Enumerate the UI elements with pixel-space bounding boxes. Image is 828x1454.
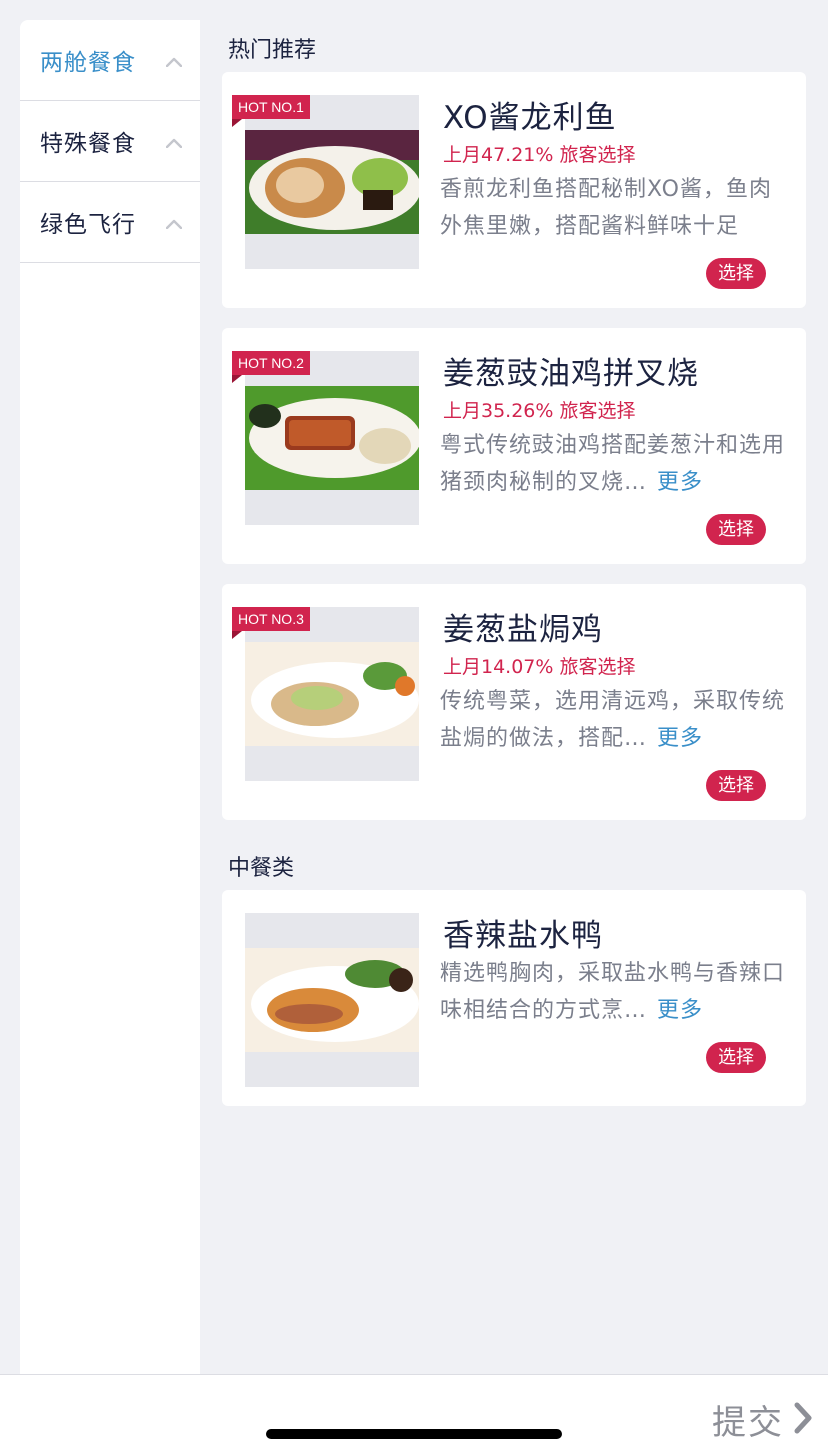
- selection-percentage: 上月47.21% 旅客选择: [443, 144, 636, 166]
- sidebar-item-green-flight[interactable]: 绿色飞行: [20, 182, 200, 263]
- sidebar-item-label: 两舱餐食: [40, 50, 136, 76]
- section-title-chinese: 中餐类: [228, 856, 295, 881]
- dish-name: 姜葱豉油鸡拼叉烧: [443, 356, 699, 392]
- sidebar-item-special-meals[interactable]: 特殊餐食: [20, 101, 200, 182]
- select-button[interactable]: 选择: [706, 1042, 766, 1073]
- category-sidebar: 两舱餐食 特殊餐食 绿色飞行: [20, 20, 200, 1374]
- select-button[interactable]: 选择: [706, 770, 766, 801]
- chevron-up-icon: [166, 57, 182, 71]
- selection-percentage: 上月14.07% 旅客选择: [443, 656, 636, 678]
- more-link[interactable]: 更多: [657, 998, 703, 1023]
- hot-rank-badge: HOT NO.2: [232, 351, 310, 383]
- dish-card: HOT NO.2 姜葱豉油鸡拼叉烧 上月35.26% 旅客选择 粤式传统豉油鸡搭…: [222, 328, 806, 564]
- dish-card: 香辣盐水鸭 精选鸭胸肉，采取盐水鸭与香辣口味相结合的方式烹… 更多 选择: [222, 890, 806, 1106]
- more-link[interactable]: 更多: [657, 726, 703, 751]
- chevron-right-icon: [792, 1401, 814, 1439]
- hot-rank-badge: HOT NO.1: [232, 95, 310, 127]
- dish-image: [245, 351, 419, 525]
- selection-percentage: 上月35.26% 旅客选择: [443, 400, 636, 422]
- chevron-up-icon: [166, 138, 182, 152]
- dish-image: [245, 95, 419, 269]
- dish-name: XO酱龙利鱼: [443, 100, 617, 136]
- home-indicator: [266, 1429, 562, 1439]
- dish-card: HOT NO.1 XO酱龙利鱼 上月47.21% 旅客选择 香煎龙利鱼搭配秘制X…: [222, 72, 806, 308]
- dish-name: 香辣盐水鸭: [443, 918, 603, 954]
- select-button[interactable]: 选择: [706, 258, 766, 289]
- bottom-bar: 提交: [0, 1374, 828, 1454]
- submit-button[interactable]: 提交: [712, 1395, 814, 1444]
- dish-description: 精选鸭胸肉，采取盐水鸭与香辣口味相结合的方式烹… 更多: [440, 961, 786, 1023]
- chevron-up-icon: [166, 219, 182, 233]
- dish-image: [245, 607, 419, 781]
- dish-name: 姜葱盐焗鸡: [443, 612, 603, 648]
- select-button[interactable]: 选择: [706, 514, 766, 545]
- dish-card: HOT NO.3 姜葱盐焗鸡 上月14.07% 旅客选择 传统粤菜，选用清远鸡，…: [222, 584, 806, 820]
- hot-rank-badge: HOT NO.3: [232, 607, 310, 639]
- more-link[interactable]: 更多: [657, 470, 703, 495]
- sidebar-item-two-cabin-meals[interactable]: 两舱餐食: [20, 20, 200, 101]
- submit-label: 提交: [712, 1403, 784, 1443]
- dish-description: 香煎龙利鱼搭配秘制XO酱，鱼肉外焦里嫩，搭配酱料鲜味十足: [440, 177, 772, 239]
- section-title-hot: 热门推荐: [228, 38, 317, 63]
- dish-description: 粤式传统豉油鸡搭配姜葱汁和选用猪颈肉秘制的叉烧… 更多: [440, 433, 786, 495]
- dish-description: 传统粤菜，选用清远鸡，采取传统盐焗的做法，搭配… 更多: [440, 689, 786, 751]
- sidebar-item-label: 特殊餐食: [40, 131, 136, 157]
- dish-image: [245, 913, 419, 1087]
- sidebar-item-label: 绿色飞行: [40, 212, 136, 238]
